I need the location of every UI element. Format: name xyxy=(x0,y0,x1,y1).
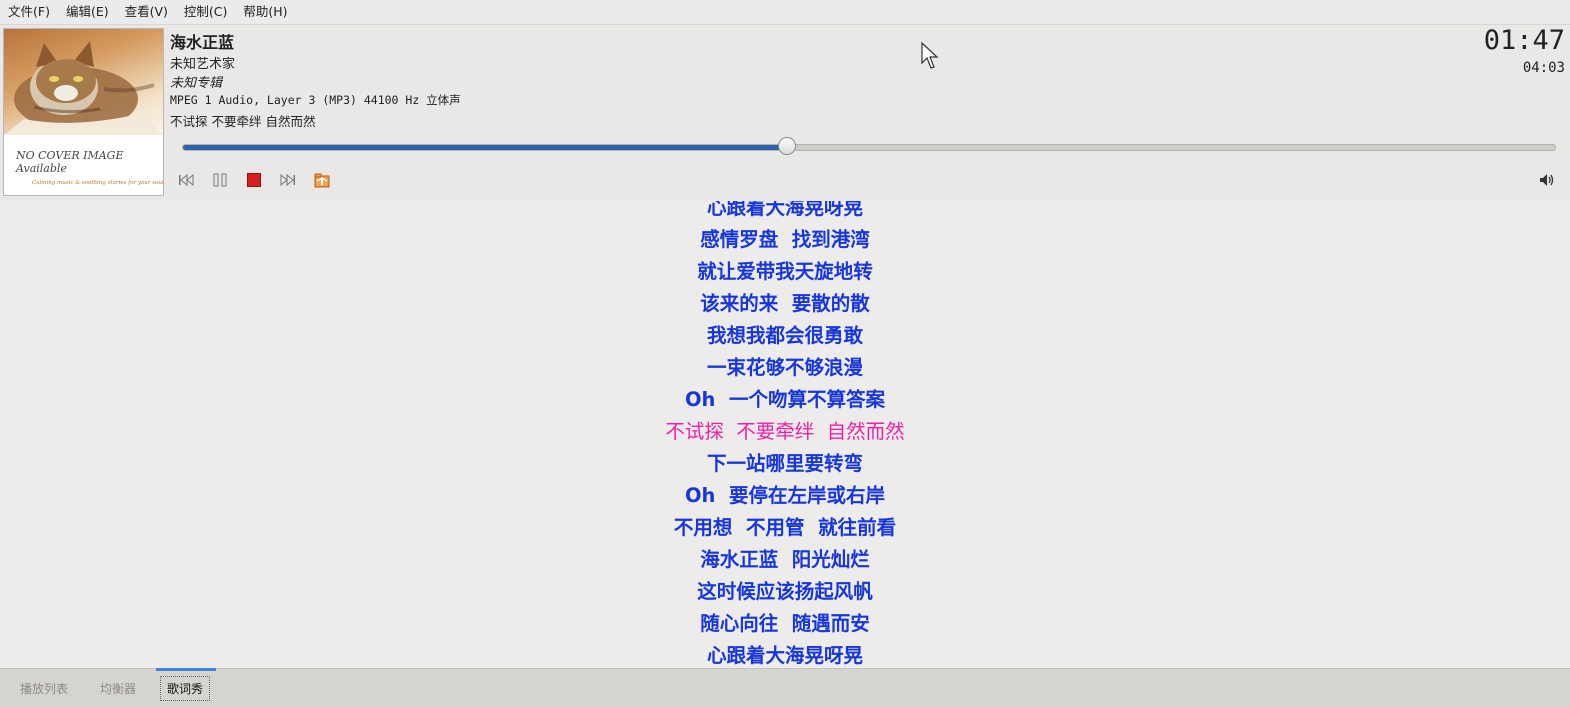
pause-button[interactable] xyxy=(210,170,230,190)
seek-handle[interactable] xyxy=(777,137,796,155)
previous-icon xyxy=(179,173,194,187)
lyric-line: 该来的来 要散的散 xyxy=(700,292,870,315)
no-cover-available: Available xyxy=(16,162,67,175)
stop-button[interactable] xyxy=(244,170,264,190)
audio-format: MPEG 1 Audio, Layer 3 (MP3) 44100 Hz 立体声 xyxy=(170,93,461,107)
menu-file[interactable]: 文件(F) xyxy=(0,0,58,24)
tab-lyrics[interactable]: 歌词秀 xyxy=(160,676,211,701)
menu-control[interactable]: 控制(C) xyxy=(176,0,235,24)
cat-photo xyxy=(4,29,163,135)
mouse-cursor-icon xyxy=(921,42,939,69)
seek-bar-fill xyxy=(183,145,787,150)
menu-edit[interactable]: 编辑(E) xyxy=(58,0,117,24)
open-button[interactable] xyxy=(312,170,332,190)
menu-bar: 文件(F) 编辑(E) 查看(V) 控制(C) 帮助(H) xyxy=(0,0,1570,25)
now-playing-panel: NO COVER IMAGE Available Calming music &… xyxy=(0,25,1570,201)
lyric-line: Oh 要停在左岸或右岸 xyxy=(684,484,886,507)
volume-button[interactable] xyxy=(1537,170,1557,190)
cover-tagline: Calming music & soothing stories for you… xyxy=(32,180,164,186)
lyric-line-active: 不试探 不要牵绊 自然而然 xyxy=(665,420,905,443)
lyric-line: 我想我都会很勇敢 xyxy=(706,324,863,347)
seek-bar[interactable] xyxy=(182,137,1556,155)
next-button[interactable] xyxy=(278,170,298,190)
open-folder-icon xyxy=(314,173,330,188)
lyric-line: 心跟着大海晃呀晃 xyxy=(706,644,863,667)
tab-playlist[interactable]: 播放列表 xyxy=(20,680,68,697)
lyric-line: 这时候应该扬起风帆 xyxy=(697,580,873,603)
pause-icon xyxy=(213,173,227,187)
lyric-line: 不用想 不用管 就往前看 xyxy=(673,516,897,539)
lyric-line: 海水正蓝 阳光灿烂 xyxy=(700,548,870,571)
volume-icon xyxy=(1540,174,1554,186)
album-cover[interactable]: NO COVER IMAGE Available Calming music &… xyxy=(3,28,164,196)
elapsed-time: 01:47 xyxy=(1483,25,1565,56)
lyric-line: 感情罗盘 找到港湾 xyxy=(700,228,870,251)
previous-button[interactable] xyxy=(176,170,196,190)
tab-indicator xyxy=(156,668,216,671)
total-time: 04:03 xyxy=(1522,60,1565,76)
stop-icon xyxy=(247,173,261,187)
no-cover-text: NO COVER IMAGE xyxy=(16,149,124,162)
lyrics-view[interactable]: 心跟着大海晃呀晃 感情罗盘 找到港湾 就让爱带我天旋地转 该来的来 要散的散 我想我都会… xyxy=(0,201,1570,668)
menu-help[interactable]: 帮助(H) xyxy=(235,0,295,24)
current-lyric-line: 不试探 不要牵绊 自然而然 xyxy=(170,114,316,129)
next-icon xyxy=(280,173,295,187)
tab-bar: 播放列表 均衡器 歌词秀 xyxy=(0,668,1570,707)
menu-view[interactable]: 查看(V) xyxy=(117,0,176,24)
lyric-line: 下一站哪里要转弯 xyxy=(706,452,863,475)
lyric-line: Oh 一个吻算不算答案 xyxy=(684,388,886,411)
track-title: 海水正蓝 xyxy=(170,33,235,52)
track-album: 未知专辑 xyxy=(170,76,223,91)
track-artist: 未知艺术家 xyxy=(170,57,236,72)
lyric-line: 心跟着大海晃呀晃 xyxy=(706,201,863,219)
lyric-line: 就让爱带我天旋地转 xyxy=(697,260,873,283)
lyric-line: 随心向往 随遇而安 xyxy=(700,612,870,635)
lyric-line: 一束花够不够浪漫 xyxy=(706,356,863,379)
tab-equalizer[interactable]: 均衡器 xyxy=(100,680,136,697)
